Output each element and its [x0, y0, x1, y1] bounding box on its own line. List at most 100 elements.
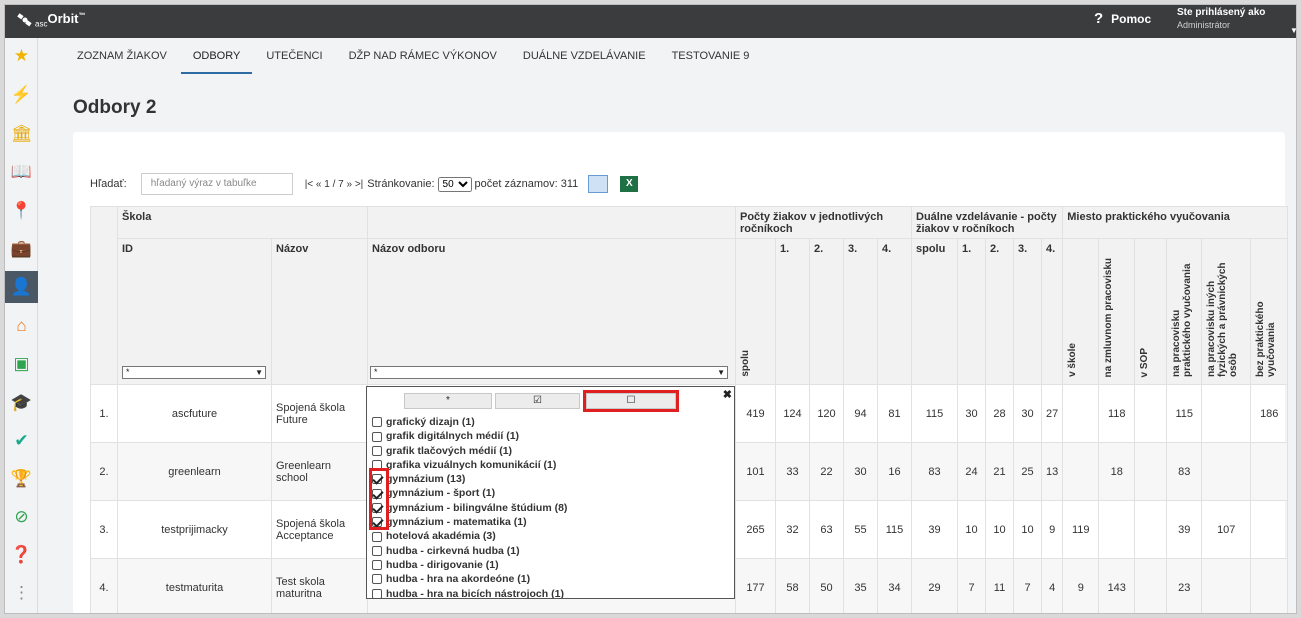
filter-option[interactable]: grafik tlačových médií (1)	[372, 444, 732, 458]
checkbox[interactable]	[372, 574, 382, 585]
filter-option[interactable]: hudba - cirkevná hudba (1)	[372, 544, 732, 558]
paging-select[interactable]: 50	[437, 176, 472, 192]
cell-r1: 124	[775, 384, 810, 443]
checkbox[interactable]	[372, 588, 382, 598]
check-badge-icon[interactable]: ✔	[5, 425, 38, 457]
header-r4[interactable]: 4.	[877, 238, 912, 385]
uncheck-all-button[interactable]: ☐	[583, 390, 679, 412]
filter-option[interactable]: grafika vizuálnych komunikácií (1)	[372, 458, 732, 472]
filter-option[interactable]: gymnázium - bilingválne štúdium (8)	[372, 501, 732, 515]
header-m1-label: v škole	[1067, 343, 1079, 377]
help-label: Pomoc	[1111, 11, 1152, 26]
cell-r1: 33	[775, 442, 810, 501]
header-r3[interactable]: 3.	[843, 238, 878, 385]
cell-r3: 35	[843, 558, 878, 613]
briefcase-icon[interactable]: 💼	[5, 233, 38, 265]
question-doc-icon[interactable]: ❓	[5, 539, 38, 571]
tab-testovanie[interactable]: TESTOVANIE 9	[660, 38, 762, 74]
tab-odbory[interactable]: ODBORY	[180, 38, 253, 74]
tab-dualne[interactable]: DUÁLNE VZDELÁVANIE	[511, 38, 658, 74]
cell-r2: 63	[809, 500, 844, 559]
close-icon[interactable]: ✖	[723, 388, 732, 401]
odbor-filter-select[interactable]: * ▼	[370, 366, 728, 379]
header-m2[interactable]: na zmluvnom pracovisku	[1098, 238, 1136, 385]
option-label: grafika vizuálnych komunikácií (1)	[386, 458, 557, 471]
excel-export-icon[interactable]: X	[620, 176, 639, 192]
cell-spolu: 177	[735, 558, 776, 613]
columns-icon[interactable]	[588, 175, 609, 193]
header-m6[interactable]: bez praktického vyučovania	[1250, 238, 1289, 385]
record-count: počet záznamov: 311	[474, 178, 579, 190]
id-badge-icon[interactable]: ▣	[5, 348, 38, 380]
pager[interactable]: |< « 1 / 7 » >|	[305, 179, 364, 190]
header-d1[interactable]: 1.	[957, 238, 986, 385]
header-m5[interactable]: na pracovisku iných fyzických a právnick…	[1201, 238, 1252, 385]
help-button[interactable]: ? Pomoc	[1094, 10, 1151, 27]
cell-m3	[1134, 500, 1168, 559]
app-window: ascOrbit™ ? Pomoc Ste prihlásený ako Adm…	[4, 4, 1297, 614]
cell-m1: 9	[1062, 558, 1100, 613]
graduation-cap-icon[interactable]: 🎓	[5, 387, 38, 419]
checkbox-checked-icon: ☑	[533, 395, 542, 406]
cell-m6	[1250, 558, 1289, 613]
odbor-filter-dropdown: ✖ * ☑ ☐ grafický dizajn (1) grafik digitá…	[366, 386, 735, 599]
filter-option[interactable]: hotelová akadémia (3)	[372, 529, 732, 543]
sidebar: ★ ⚡ 🏛 📖 📍 💼 👤 ⌂ ▣ 🎓 ✔ 🏆 ⊘ ❓ ⋮	[5, 38, 38, 613]
trophy-icon[interactable]: 🏆	[5, 463, 38, 495]
user-menu[interactable]: Ste prihlásený ako Administrátor ▼	[1177, 6, 1296, 35]
more-icon[interactable]: ⋮	[5, 577, 38, 609]
filter-option[interactable]: hudba - hra na akordeóne (1)	[372, 572, 732, 586]
checkbox[interactable]	[372, 445, 382, 456]
book-icon[interactable]: 📖	[5, 156, 38, 188]
select-all-button[interactable]: *	[404, 393, 492, 409]
id-filter-value: *	[126, 367, 130, 377]
school-add-icon[interactable]: ⌂	[5, 310, 38, 342]
check-all-button[interactable]: ☑	[495, 393, 580, 409]
filter-option[interactable]: gymnázium (13)	[372, 472, 732, 486]
header-m1[interactable]: v škole	[1062, 238, 1100, 385]
tab-zoznam-ziakov[interactable]: ZOZNAM ŽIAKOV	[65, 38, 179, 74]
ascorbit-logo[interactable]: ascOrbit™	[17, 11, 137, 33]
header-nazov[interactable]: Názov	[271, 238, 368, 385]
magic-wand-icon[interactable]: ⚡	[5, 79, 38, 111]
cell-m5	[1201, 558, 1252, 613]
header-m3[interactable]: v SOP	[1134, 238, 1168, 385]
header-skola: Škola	[117, 206, 368, 239]
search-label: Hľadať:	[90, 178, 127, 190]
header-d3[interactable]: 3.	[1013, 238, 1042, 385]
filter-option[interactable]: grafický dizajn (1)	[372, 415, 732, 429]
header-d-spolu[interactable]: spolu	[911, 238, 958, 385]
option-label: hudba - hra na bicích nástrojoch (1)	[386, 587, 564, 599]
filter-option[interactable]: grafik digitálnych médií (1)	[372, 429, 732, 443]
header-r2[interactable]: 2.	[809, 238, 844, 385]
header-m4[interactable]: na pracovisku praktického vyučovania	[1166, 238, 1203, 385]
cell-r4: 81	[877, 384, 912, 443]
institution-icon[interactable]: 🏛	[5, 118, 38, 150]
header-r1[interactable]: 1.	[775, 238, 810, 385]
checkbox[interactable]	[372, 417, 382, 428]
user-line2: Administrátor	[1177, 20, 1231, 30]
option-label: gymnázium - bilingválne štúdium (8)	[386, 501, 568, 514]
star-icon[interactable]: ★	[5, 40, 38, 72]
header-d2[interactable]: 2.	[985, 238, 1014, 385]
id-filter-select[interactable]: * ▼	[122, 366, 266, 379]
filter-option[interactable]: gymnázium - matematika (1)	[372, 515, 732, 529]
map-pin-icon[interactable]: 📍	[5, 195, 38, 227]
checkbox[interactable]	[372, 545, 382, 556]
filter-option[interactable]: hudba - dirigovanie (1)	[372, 558, 732, 572]
filter-option[interactable]: hudba - hra na bicích nástrojoch (1)	[372, 587, 732, 599]
student-icon[interactable]: 👤	[5, 271, 38, 303]
checkbox[interactable]	[372, 431, 382, 442]
header-id[interactable]: ID	[117, 238, 272, 385]
compass-icon[interactable]: ⊘	[5, 501, 38, 533]
header-nazov-odboru[interactable]: Názov odboru	[367, 238, 736, 385]
option-label: hudba - cirkevná hudba (1)	[386, 544, 520, 557]
header-d4[interactable]: 4.	[1040, 238, 1064, 385]
checkbox[interactable]	[372, 531, 382, 542]
tab-dzp[interactable]: DŽP NAD RÁMEC VÝKONOV	[337, 38, 509, 74]
filter-option[interactable]: gymnázium - šport (1)	[372, 486, 732, 500]
search-input[interactable]: hľadaný výraz v tabuľke	[140, 173, 293, 195]
header-spolu[interactable]: spolu	[735, 238, 776, 385]
tab-utecenci[interactable]: UTEČENCI	[254, 38, 334, 74]
checkbox[interactable]	[372, 560, 382, 571]
